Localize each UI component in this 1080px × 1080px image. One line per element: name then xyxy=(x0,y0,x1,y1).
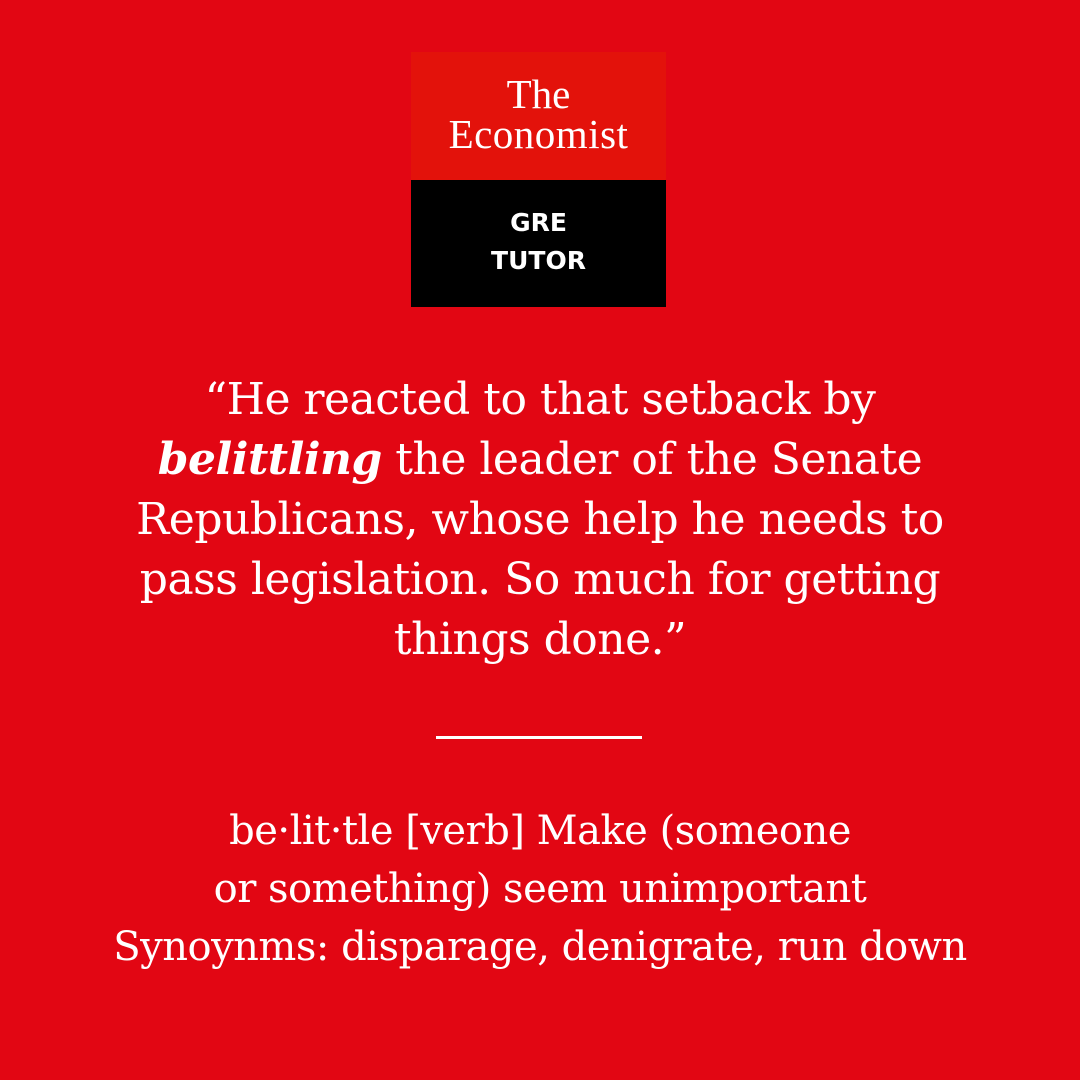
quote-line: things done.” xyxy=(393,614,687,665)
vocabulary-word: belittling xyxy=(157,434,383,485)
logo-subtitle-gre: GRE xyxy=(510,208,567,237)
definition-line: be·lit·tle [verb] Make (someone xyxy=(229,808,851,854)
quote-line: Republicans, whose help he needs to xyxy=(136,494,944,545)
logo-wordmark-economist: Economist xyxy=(448,111,629,157)
example-quote: “He reacted to that setback by belittlin… xyxy=(90,370,990,670)
word-definition: be·lit·tle [verb] Make (someone or somet… xyxy=(60,802,1020,976)
quote-line: belittling the leader of the Senate xyxy=(90,430,990,490)
logo-wordmark-the: The xyxy=(506,71,571,117)
definition-line: or something) seem unimportant xyxy=(213,866,867,912)
logo-black-block xyxy=(411,180,666,307)
economist-gre-tutor-logo: The Economist GRE TUTOR xyxy=(411,52,666,307)
quote-line: pass legislation. So much for getting xyxy=(139,554,941,605)
quote-line: “He reacted to that setback by xyxy=(204,374,876,425)
divider-line xyxy=(436,736,642,739)
quote-line-rest: the leader of the Senate xyxy=(381,434,923,485)
post-background: The Economist GRE TUTOR “He reacted to t… xyxy=(0,0,1080,1080)
logo-subtitle-tutor: TUTOR xyxy=(491,246,586,275)
synonyms-line: Synoynms: disparage, denigrate, run down xyxy=(113,924,967,970)
